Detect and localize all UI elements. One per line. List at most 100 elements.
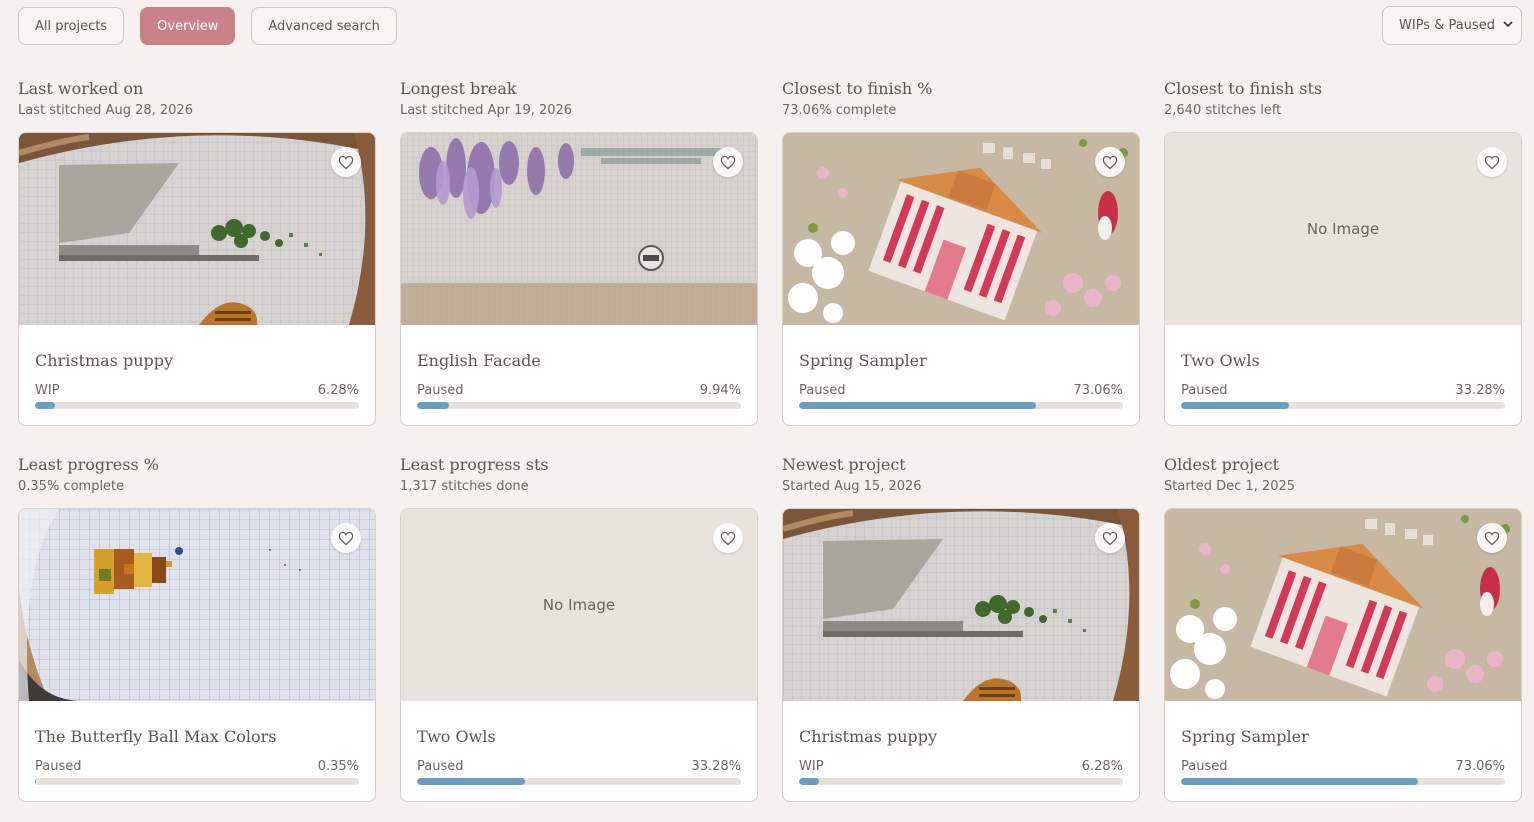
- project-percent: 9.94%: [699, 383, 741, 398]
- favorite-heart-icon[interactable]: [1477, 147, 1507, 177]
- section-subtitle: Last stitched Apr 19, 2026: [400, 103, 573, 118]
- progress-bar: [417, 402, 741, 409]
- project-name: The Butterfly Ball Max Colors: [35, 727, 277, 746]
- section-title: Least progress %: [18, 455, 159, 474]
- overview-section: Newest project Started Aug 15, 2026 Chri…: [782, 454, 1140, 802]
- progress-bar-fill: [35, 778, 37, 785]
- project-name: English Facade: [417, 351, 541, 370]
- project-image: [19, 133, 375, 325]
- project-status: Paused: [799, 383, 846, 398]
- no-image-label: No Image: [542, 596, 616, 614]
- favorite-heart-icon[interactable]: [1095, 147, 1125, 177]
- favorite-heart-icon[interactable]: [713, 523, 743, 553]
- section-title: Closest to finish %: [782, 79, 933, 98]
- progress-bar: [1181, 402, 1505, 409]
- project-image: [783, 509, 1139, 701]
- progress-bar: [35, 402, 359, 409]
- project-name: Spring Sampler: [799, 351, 927, 370]
- section-title: Last worked on: [18, 79, 144, 98]
- section-title: Closest to finish sts: [1164, 79, 1323, 98]
- project-status: WIP: [799, 759, 824, 774]
- project-name: Christmas puppy: [799, 727, 938, 746]
- overview-section: Closest to finish % 73.06% complete Spri…: [782, 78, 1140, 426]
- tab-overview[interactable]: Overview: [140, 7, 236, 45]
- chevron-down-icon: [1503, 20, 1513, 31]
- section-title: Newest project: [782, 455, 906, 474]
- project-photo: [783, 133, 1139, 325]
- project-percent: 6.28%: [317, 383, 359, 398]
- project-image: [783, 133, 1139, 325]
- progress-bar-fill: [1181, 778, 1418, 785]
- favorite-heart-icon[interactable]: [1477, 523, 1507, 553]
- project-name: Two Owls: [1181, 351, 1260, 370]
- progress-bar-fill: [1181, 402, 1289, 409]
- project-percent: 73.06%: [1455, 759, 1505, 774]
- section-subtitle: Last stitched Aug 28, 2026: [18, 103, 193, 118]
- project-photo: [19, 133, 375, 325]
- project-percent: 33.28%: [1455, 383, 1505, 398]
- favorite-heart-icon[interactable]: [1095, 523, 1125, 553]
- section-subtitle: 0.35% complete: [18, 479, 125, 494]
- project-photo: [401, 133, 757, 325]
- progress-bar-fill: [417, 778, 525, 785]
- overview-section: Least progress % 0.35% complete The Butt…: [18, 454, 376, 802]
- project-card[interactable]: Spring Sampler Paused 73.06%: [782, 132, 1140, 426]
- status-filter-select[interactable]: WIPs & Paused: [1382, 6, 1522, 45]
- progress-bar: [35, 778, 359, 785]
- project-image: [19, 509, 375, 701]
- progress-bar: [799, 402, 1123, 409]
- overview-section: Last worked on Last stitched Aug 28, 202…: [18, 78, 376, 426]
- project-name: Two Owls: [417, 727, 496, 746]
- section-subtitle: Started Dec 1, 2025: [1164, 479, 1296, 494]
- project-photo: [1165, 509, 1521, 701]
- progress-bar-fill: [417, 402, 450, 409]
- project-status: WIP: [35, 383, 60, 398]
- progress-bar: [1181, 778, 1505, 785]
- progress-bar-fill: [799, 778, 820, 785]
- project-percent: 6.28%: [1081, 759, 1123, 774]
- overview-section: Least progress sts 1,317 stitches done N…: [400, 454, 758, 802]
- progress-bar-fill: [35, 402, 56, 409]
- project-card[interactable]: Christmas puppy WIP 6.28%: [782, 508, 1140, 802]
- no-image-placeholder: No Image: [401, 509, 757, 701]
- project-status: Paused: [1181, 383, 1228, 398]
- project-card[interactable]: Spring Sampler Paused 73.06%: [1164, 508, 1522, 802]
- project-percent: 73.06%: [1073, 383, 1123, 398]
- tab-all-projects[interactable]: All projects: [18, 7, 125, 45]
- overview-grid: Last worked on Last stitched Aug 28, 202…: [18, 78, 1522, 802]
- project-status: Paused: [1181, 759, 1228, 774]
- project-status: Paused: [35, 759, 82, 774]
- no-image-placeholder: No Image: [1165, 133, 1521, 325]
- section-subtitle: 1,317 stitches done: [400, 479, 529, 494]
- project-percent: 0.35%: [317, 759, 359, 774]
- project-card[interactable]: No Image Two Owls Paused 33.28%: [1164, 132, 1522, 426]
- project-card[interactable]: English Facade Paused 9.94%: [400, 132, 758, 426]
- view-tabs: All projects Overview Advanced search: [18, 7, 397, 45]
- overview-section: Oldest project Started Dec 1, 2025 Sprin…: [1164, 454, 1522, 802]
- project-card[interactable]: No Image Two Owls Paused 33.28%: [400, 508, 758, 802]
- project-name: Christmas puppy: [35, 351, 174, 370]
- section-subtitle: 73.06% complete: [782, 103, 897, 118]
- project-image: [401, 133, 757, 325]
- project-card[interactable]: The Butterfly Ball Max Colors Paused 0.3…: [18, 508, 376, 802]
- project-name: Spring Sampler: [1181, 727, 1309, 746]
- project-status: Paused: [417, 383, 464, 398]
- section-subtitle: 2,640 stitches left: [1164, 103, 1282, 118]
- progress-bar-fill: [799, 402, 1036, 409]
- project-photo: [783, 509, 1139, 701]
- section-title: Oldest project: [1164, 455, 1280, 474]
- overview-section: Longest break Last stitched Apr 19, 2026: [400, 78, 758, 426]
- section-subtitle: Started Aug 15, 2026: [782, 479, 922, 494]
- project-card[interactable]: Christmas puppy WIP 6.28%: [18, 132, 376, 426]
- section-title: Least progress sts: [400, 455, 549, 474]
- tab-advanced-search[interactable]: Advanced search: [251, 7, 397, 45]
- favorite-heart-icon[interactable]: [331, 147, 361, 177]
- no-image-label: No Image: [1306, 220, 1380, 238]
- favorite-heart-icon[interactable]: [331, 523, 361, 553]
- project-image: [1165, 509, 1521, 701]
- favorite-heart-icon[interactable]: [713, 147, 743, 177]
- project-status: Paused: [417, 759, 464, 774]
- overview-section: Closest to finish sts 2,640 stitches lef…: [1164, 78, 1522, 426]
- section-title: Longest break: [400, 79, 517, 98]
- status-filter-value: WIPs & Paused: [1399, 18, 1495, 33]
